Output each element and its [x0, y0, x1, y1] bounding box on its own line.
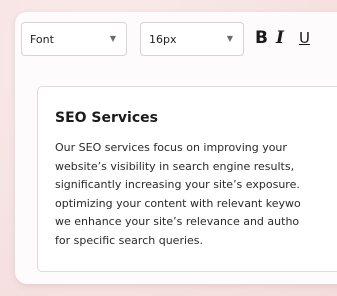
font-size-select[interactable]: 16px ▼: [140, 22, 244, 56]
paragraph-line: significantly increasing your site’s exp…: [55, 178, 300, 191]
editor-paragraph: Our SEO services focus on improving your…: [55, 139, 337, 250]
paragraph-line: optimizing your content with relevant ke…: [55, 196, 301, 210]
paragraph-line: we enhance your site’s relevance and aut…: [55, 215, 300, 228]
italic-button[interactable]: I: [276, 28, 284, 48]
triangle-down-icon: ▼: [109, 34, 116, 43]
font-family-select[interactable]: Font ▼: [21, 22, 127, 56]
font-family-value: Font: [30, 33, 54, 46]
font-size-value: 16px: [149, 33, 177, 46]
rich-text-editor[interactable]: SEO Services Our SEO services focus on i…: [37, 86, 337, 272]
formatting-toolbar: Font ▼ 16px ▼ B I U: [21, 22, 337, 58]
paragraph-line: website’s visibility in search engine re…: [55, 159, 295, 173]
bold-button[interactable]: B: [255, 28, 268, 48]
triangle-down-icon: ▼: [226, 34, 233, 43]
editor-heading: SEO Services: [55, 110, 158, 126]
paragraph-line: for specific search queries.: [55, 233, 204, 247]
underline-button[interactable]: U: [299, 28, 310, 48]
paragraph-line: Our SEO services focus on improving your: [55, 141, 287, 154]
page-background: Font ▼ 16px ▼ B I U SEO Services Our SEO…: [0, 0, 337, 296]
